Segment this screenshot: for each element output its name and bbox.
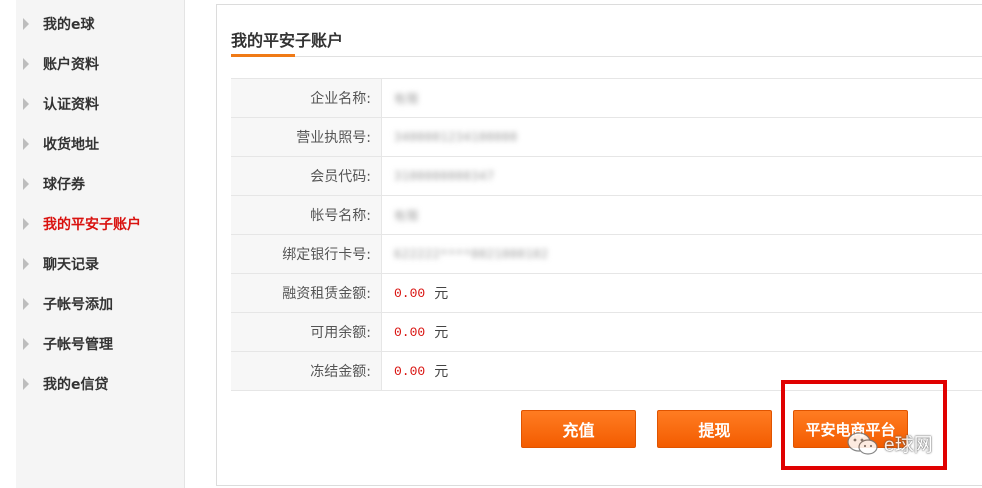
table-row: 营业执照号: 3400001234100000 — [231, 117, 982, 156]
withdraw-button[interactable]: 提现 — [657, 410, 772, 448]
account-name-value: 有限 — [394, 208, 420, 223]
title-accent-underline — [231, 54, 295, 57]
sidebar-item-label: 账户资料 — [43, 57, 99, 73]
sidebar-item-e-credit[interactable]: 我的e信贷 — [16, 364, 184, 404]
sidebar-item-label: 认证资料 — [43, 97, 99, 113]
page-title: 我的平安子账户 — [231, 31, 344, 50]
sidebar-item-label: 球仔券 — [43, 177, 85, 193]
bank-card-value: 622222****0021000102 — [394, 247, 549, 261]
arrow-right-icon — [23, 258, 29, 270]
sidebar-item-chat-history[interactable]: 聊天记录 — [16, 244, 184, 284]
arrow-right-icon — [23, 58, 29, 70]
recharge-button[interactable]: 充值 — [521, 410, 636, 448]
sidebar-item-manage-subaccount[interactable]: 子帐号管理 — [16, 324, 184, 364]
available-balance-value: 0.00 — [394, 324, 426, 340]
sidebar-item-label: 子帐号添加 — [43, 297, 113, 313]
business-license-label: 营业执照号: — [231, 118, 382, 156]
arrow-right-icon — [23, 18, 29, 30]
sidebar-item-label: 我的平安子账户 — [43, 217, 141, 233]
table-row: 绑定银行卡号: 622222****0021000102 — [231, 234, 982, 273]
sidebar-item-pingan-subaccount[interactable]: 我的平安子账户 — [16, 204, 184, 244]
arrow-right-icon — [23, 178, 29, 190]
watermark-text: e球网 — [884, 435, 933, 456]
currency-unit: 元 — [434, 325, 449, 341]
arrow-right-icon — [23, 138, 29, 150]
sidebar-item-certification[interactable]: 认证资料 — [16, 84, 184, 124]
table-row: 帐号名称: 有限 — [231, 195, 982, 234]
arrow-right-icon — [23, 298, 29, 310]
wechat-icon — [847, 431, 878, 455]
currency-unit: 元 — [434, 286, 449, 302]
sidebar-item-label: 收货地址 — [43, 137, 99, 153]
sidebar-item-coupons[interactable]: 球仔券 — [16, 164, 184, 204]
sidebar-item-add-subaccount[interactable]: 子帐号添加 — [16, 284, 184, 324]
arrow-right-icon — [23, 218, 29, 230]
bank-card-label: 绑定银行卡号: — [231, 235, 382, 273]
account-name-label: 帐号名称: — [231, 196, 382, 234]
arrow-right-icon — [23, 378, 29, 390]
table-row: 融资租赁金额: 0.00 元 — [231, 273, 982, 312]
sidebar-item-account-info[interactable]: 账户资料 — [16, 44, 184, 84]
frozen-amount-label: 冻结金额: — [231, 352, 382, 390]
sidebar-item-label: 我的e信贷 — [43, 377, 109, 393]
frozen-amount-value: 0.00 — [394, 363, 426, 379]
table-row: 会员代码: 3100000000347 — [231, 156, 982, 195]
watermark: e球网 — [846, 430, 933, 457]
sidebar: 我的e球 账户资料 认证资料 收货地址 球仔券 我的平安子账户 聊天记录 子帐号… — [16, 0, 185, 488]
company-name-value: 有限 — [394, 91, 420, 106]
business-license-value: 3400001234100000 — [394, 130, 518, 144]
member-code-value: 3100000000347 — [394, 169, 495, 183]
sidebar-item-shipping-address[interactable]: 收货地址 — [16, 124, 184, 164]
arrow-right-icon — [23, 338, 29, 350]
table-row: 可用余额: 0.00 元 — [231, 312, 982, 351]
table-row: 企业名称: 有限 — [231, 78, 982, 117]
leasing-amount-value: 0.00 — [394, 285, 426, 301]
arrow-right-icon — [23, 98, 29, 110]
company-name-label: 企业名称: — [231, 79, 382, 117]
sidebar-item-label: 我的e球 — [43, 17, 95, 33]
leasing-amount-label: 融资租赁金额: — [231, 274, 382, 312]
available-balance-label: 可用余额: — [231, 313, 382, 351]
member-code-label: 会员代码: — [231, 157, 382, 195]
currency-unit: 元 — [434, 364, 449, 380]
sidebar-item-label: 聊天记录 — [43, 257, 99, 273]
title-divider — [231, 56, 982, 57]
sidebar-item-my-e-ball[interactable]: 我的e球 — [16, 4, 184, 44]
sidebar-item-label: 子帐号管理 — [43, 337, 113, 353]
